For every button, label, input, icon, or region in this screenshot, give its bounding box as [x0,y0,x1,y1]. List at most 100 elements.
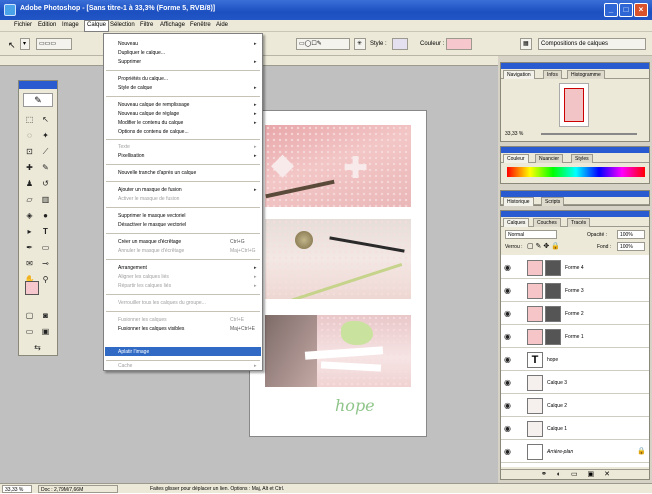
eye-icon[interactable]: ◉ [504,447,511,456]
menu-item-modifier-contenu[interactable]: Modifier le contenu du calque [118,119,183,127]
menu-item-calque-reglage[interactable]: Nouveau calque de réglage [118,110,179,118]
eye-icon[interactable]: ◉ [504,309,511,318]
palette-well-icon[interactable]: ▦ [520,38,532,50]
layer-row[interactable]: ◉ T hope [501,349,649,371]
eye-icon[interactable]: ◉ [504,263,511,272]
opacity-field[interactable]: 100% [617,230,645,239]
menu-item-desactiver-masque-vect[interactable]: Désactiver le masque vectoriel [118,221,186,229]
menu-item-supprimer-masque-vect[interactable]: Supprimer le masque vectoriel [118,212,186,220]
color-ramp[interactable] [507,167,645,177]
menu-edition[interactable]: Edition [38,22,56,28]
zoom-tool-icon[interactable]: ⚲ [39,273,52,286]
custom-shape-button[interactable]: ✳ [354,38,366,50]
lasso-tool-icon[interactable]: ◌ [23,129,36,142]
magic-wand-icon[interactable]: ✦ [39,129,52,142]
menu-item-arrangement[interactable]: Arrangement [118,264,147,272]
menu-item-verrouiller[interactable]: Verrouiller tous les calques du groupe..… [118,299,206,307]
layer-row[interactable]: ◉ Calque 2 [501,395,649,417]
lock-icons[interactable]: ▢ ✎ ✥ 🔒 [527,242,560,250]
history-brush-icon[interactable]: ↺ [39,177,52,190]
menu-item-annuler-ecretage[interactable]: Annuler le masque d'écrêtage Maj+Ctrl+G [118,247,256,255]
menu-item-nouveau[interactable]: Nouveau [118,40,138,48]
eye-icon[interactable]: ◉ [504,378,511,387]
menu-item-texte[interactable]: Texte [118,143,130,151]
menu-item-activer-masque[interactable]: Activer le masque de fusion [118,195,179,203]
tab-navigation[interactable]: Navigation [503,70,535,79]
eye-icon[interactable]: ◉ [504,401,511,410]
stamp-tool-icon[interactable]: ♟ [23,177,36,190]
slice-tool-icon[interactable]: ⟋ [39,145,52,158]
marquee-tool-icon[interactable]: ⬚ [23,113,36,126]
notes-tool-icon[interactable]: ✉ [23,257,36,270]
gradient-tool-icon[interactable]: ▥ [39,193,52,206]
dodge-tool-icon[interactable]: ● [39,209,52,222]
menu-fenetre[interactable]: Fenêtre [190,22,211,28]
tab-historique[interactable]: Historique [503,197,534,206]
tab-infos[interactable]: Infos [543,70,562,79]
eye-icon[interactable]: ◉ [504,332,511,341]
document-canvas[interactable]: ◆ ✚ hope [249,110,427,437]
menu-item-options-contenu[interactable]: Options de contenu de calque... [118,128,189,136]
shape-mode-buttons[interactable]: ▭▭▭ [36,38,72,50]
minimize-button[interactable]: _ [604,3,618,17]
maximize-button[interactable]: □ [619,3,633,17]
tool-preset-picker[interactable]: ▾ [20,38,30,50]
menu-item-repartir[interactable]: Répartir les calques liés [118,282,171,290]
menu-item-style-calque[interactable]: Style de calque [118,84,152,92]
shape-tool-buttons[interactable]: ▭◯☐✎ [296,38,350,50]
navigator-zoom-slider[interactable] [541,133,637,135]
shape-tool-icon[interactable]: ▭ [39,241,52,254]
quick-mask-icon[interactable]: ◙ [39,309,52,322]
blend-mode-select[interactable]: Normal [505,230,557,239]
layer-row[interactable]: ◉ Arrière-plan 🔒 [501,441,649,463]
menu-item-cache[interactable]: Cache [118,362,132,370]
layer-row[interactable]: ◉ Forme 4 [501,257,649,279]
layer-row[interactable]: ◉ Forme 3 [501,280,649,302]
layer-row[interactable]: ◉ Forme 1 [501,326,649,348]
menu-item-creer-ecretage[interactable]: Créer un masque d'écrêtage Ctrl+G [118,238,245,246]
menu-aide[interactable]: Aide [216,22,228,28]
path-select-icon[interactable]: ▸ [23,225,36,238]
tab-traces[interactable]: Tracés [567,218,591,227]
layer-footer-icons[interactable]: ⚭ ◐ ▭ ▣ ✕ [541,470,614,478]
eye-icon[interactable]: ◉ [504,286,511,295]
color-swatch[interactable] [446,38,472,50]
menu-item-aligner[interactable]: Aligner les calques liés [118,273,169,281]
menu-item-ajouter-masque[interactable]: Ajouter un masque de fusion [118,186,182,194]
status-zoom[interactable]: 33,33 % [2,485,32,493]
healing-brush-icon[interactable]: ✚ [23,161,36,174]
fill-field[interactable]: 100% [617,242,645,251]
menu-item-pixellisation[interactable]: Pixellisation [118,152,144,160]
standard-mode-icon[interactable]: ▢ [23,309,36,322]
menu-item-dupliquer[interactable]: Dupliquer le calque... [118,49,165,57]
fullscreen-mode-icon[interactable]: ▣ [39,325,52,338]
tab-styles[interactable]: Styles [571,154,593,163]
menu-image[interactable]: Image [62,22,79,28]
eye-icon[interactable]: ◉ [504,424,511,433]
menu-filtre[interactable]: Filtre [140,22,153,28]
menu-affichage[interactable]: Affichage [160,22,185,28]
layer-row[interactable]: ◉ Calque 1 [501,418,649,440]
layer-row[interactable]: ◉ Forme 2 [501,303,649,325]
menu-item-nouvelle-tranche[interactable]: Nouvelle tranche d'après un calque [118,169,196,177]
tab-scripts[interactable]: Scripts [541,197,565,206]
navigator-view-box[interactable] [564,88,584,122]
foreground-color-swatch[interactable] [25,281,39,295]
imageready-jump-icon[interactable]: ⇆ [31,341,44,354]
brush-tool-icon[interactable]: ✎ [39,161,52,174]
navigator-thumbnail[interactable] [559,83,589,127]
menu-item-supprimer[interactable]: Supprimer [118,58,141,66]
crop-tool-icon[interactable]: ⊡ [23,145,36,158]
navigator-zoom[interactable]: 33,33 % [505,131,523,137]
move-tool-icon[interactable]: ↖ [8,40,16,51]
blur-tool-icon[interactable]: ◈ [23,209,36,222]
tab-histogramme[interactable]: Histogramme [567,70,605,79]
move-tool-icon[interactable]: ↖ [39,113,52,126]
close-button[interactable]: × [634,3,648,17]
type-tool-icon[interactable]: T [39,225,52,238]
tab-couches[interactable]: Couches [533,218,561,227]
menu-item-fusionner-visibles[interactable]: Fusionner les calques visibles Maj+Ctrl+… [118,325,255,333]
status-doc-size[interactable]: Doc : 2,79M/7,66M [38,485,118,493]
pen-tool-icon[interactable]: ✒ [23,241,36,254]
menu-selection[interactable]: Sélection [110,22,135,28]
